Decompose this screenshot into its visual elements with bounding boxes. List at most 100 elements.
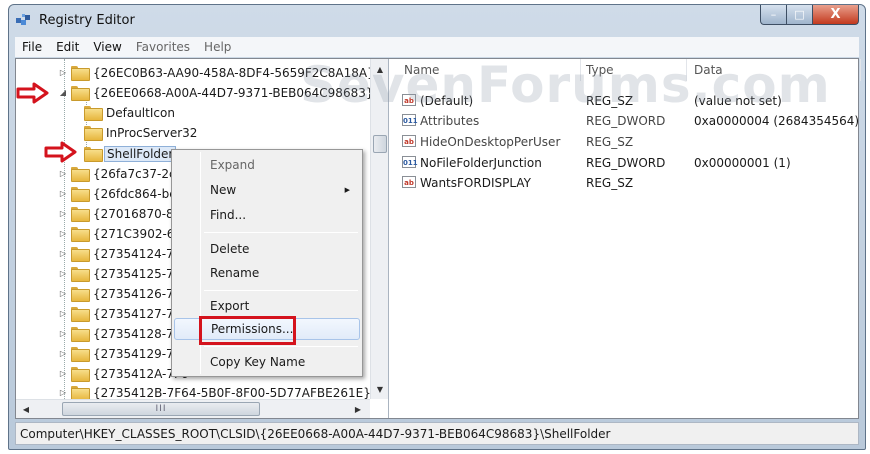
expand-icon[interactable]: ▷ [58,189,68,199]
tree-item-label: DefaultIcon [106,105,175,120]
folder-icon [71,386,90,401]
expand-icon[interactable]: ▷ [58,329,68,339]
tree-item-selected[interactable]: ShellFolder [84,144,177,163]
tree-horizontal-scrollbar[interactable]: ◀ III ▶ [16,399,370,418]
value-name: HideOnDesktopPerUser [420,135,561,149]
menu-view[interactable]: View [86,40,128,54]
value-row[interactable]: ab (Default) REG_SZ (value not set) [390,91,858,111]
value-data: 0x00000001 (1) [694,156,791,170]
red-arrow-icon [16,82,49,104]
tree-item-label: {26EE0668-A00A-44D7-9371-BEB064C98683} [93,85,374,100]
folder-icon [71,307,90,322]
tree-item[interactable]: ▷ {26fa7c37-2cc [58,164,184,183]
folder-icon [71,247,90,262]
scroll-left-icon[interactable]: ◀ [18,401,34,417]
column-divider[interactable] [686,59,687,81]
expand-icon[interactable]: ▷ [58,289,68,299]
value-row[interactable]: ab WantsFORDISPLAY REG_SZ [390,173,858,193]
value-type: REG_SZ [586,176,634,190]
binary-value-icon: 011 [402,114,418,126]
expand-icon[interactable]: ▷ [58,229,68,239]
scroll-down-icon[interactable]: ▼ [372,381,388,397]
permissions-highlight [199,316,296,345]
folder-icon [71,66,90,81]
menu-separator [204,290,358,291]
title-bar[interactable]: Registry Editor – □ X [9,5,865,35]
value-data: 0xa0000004 (2684354564) [694,114,860,128]
value-name: NoFileFolderJunction [420,156,542,170]
folder-icon [71,187,90,202]
menu-file[interactable]: File [15,40,49,54]
value-row[interactable]: 011 NoFileFolderJunction REG_DWORD 0x000… [390,153,858,173]
value-type: REG_DWORD [586,114,666,128]
value-type: REG_SZ [586,94,634,108]
menu-separator [204,232,358,233]
menu-item-new[interactable]: New ▶ [174,179,360,201]
folder-icon [71,347,90,362]
collapse-icon[interactable]: ◢ [58,88,68,98]
value-type: REG_DWORD [586,156,666,170]
column-header-type[interactable]: Type [586,63,614,77]
minimize-button[interactable]: – [760,5,787,25]
close-button[interactable]: X [813,5,859,25]
scroll-right-icon[interactable]: ▶ [350,401,366,417]
maximize-button[interactable]: □ [787,5,813,25]
registry-editor-app-icon [16,14,30,25]
menu-item-copy-key-name[interactable]: Copy Key Name [174,351,360,373]
tree-item-label: {2735412B-7F64-5B0F-8F00-5D77AFBE261E} [93,385,371,400]
expand-icon[interactable]: ▷ [58,249,68,259]
tree-item-label: InProcServer32 [106,125,198,140]
tree-item[interactable]: ◢ {26EE0668-A00A-44D7-9371-BEB064C98683} [58,83,375,102]
expand-icon[interactable]: ▷ [58,309,68,319]
window-title: Registry Editor [39,13,135,28]
folder-icon [84,126,103,141]
value-name: (Default) [420,94,474,108]
scroll-up-icon[interactable]: ▲ [372,61,388,77]
expand-icon[interactable]: ▷ [58,388,68,398]
expand-icon[interactable]: ▷ [58,349,68,359]
expand-icon[interactable]: ▷ [58,209,68,219]
expand-icon[interactable]: ▷ [58,169,68,179]
menu-item-delete[interactable]: Delete [174,238,360,260]
menu-item-rename[interactable]: Rename [174,262,360,284]
string-value-icon: ab [402,176,416,188]
value-row[interactable]: ab HideOnDesktopPerUser REG_SZ [390,132,858,152]
list-header: Name Type Data [390,59,861,81]
menu-separator [204,346,358,347]
menu-edit[interactable]: Edit [49,40,86,54]
string-value-icon: ab [402,135,416,147]
value-type: REG_SZ [586,135,634,149]
menu-favorites[interactable]: Favorites [129,40,197,54]
folder-icon [71,367,90,382]
value-name: WantsFORDISPLAY [420,176,531,190]
tree-item-label: ShellFolder [104,145,177,162]
menu-help[interactable]: Help [197,40,238,54]
status-bar: Computer\HKEY_CLASSES_ROOT\CLSID\{26EE06… [15,422,859,445]
string-value-icon: ab [402,94,416,106]
column-divider[interactable] [860,59,861,81]
tree-item[interactable]: DefaultIcon [84,103,177,122]
tree-item[interactable]: InProcServer32 [84,123,199,142]
expand-icon[interactable]: ▷ [58,269,68,279]
menu-item-expand[interactable]: Expand [174,154,360,176]
folder-icon [71,287,90,302]
value-name: Attributes [420,114,480,128]
column-header-data[interactable]: Data [694,63,723,77]
menu-item-find[interactable]: Find... [174,204,360,226]
column-header-name[interactable]: Name [404,63,439,77]
scroll-thumb[interactable]: III [62,402,260,416]
tree-item[interactable]: ▷ {271C3902-60 [58,224,184,243]
folder-icon [71,167,90,182]
folder-icon [71,227,90,242]
scroll-thumb[interactable] [373,135,387,153]
menu-item-export[interactable]: Export [174,295,360,317]
menu-bar: File Edit View Favorites Help [15,37,859,57]
value-row[interactable]: 011 Attributes REG_DWORD 0xa0000004 (268… [390,111,860,131]
expand-icon[interactable]: ▷ [58,68,68,78]
expand-icon[interactable]: ▷ [58,369,68,379]
tree-item[interactable]: ▷ {26fdc864-be8 [58,184,186,203]
tree-vertical-scrollbar[interactable]: ▲ ▼ [370,59,388,399]
tree-item[interactable]: ▷ {26EC0B63-AA90-458A-8DF4-5659F2C8A18A} [58,63,377,82]
column-divider[interactable] [580,59,581,81]
folder-icon [71,267,90,282]
